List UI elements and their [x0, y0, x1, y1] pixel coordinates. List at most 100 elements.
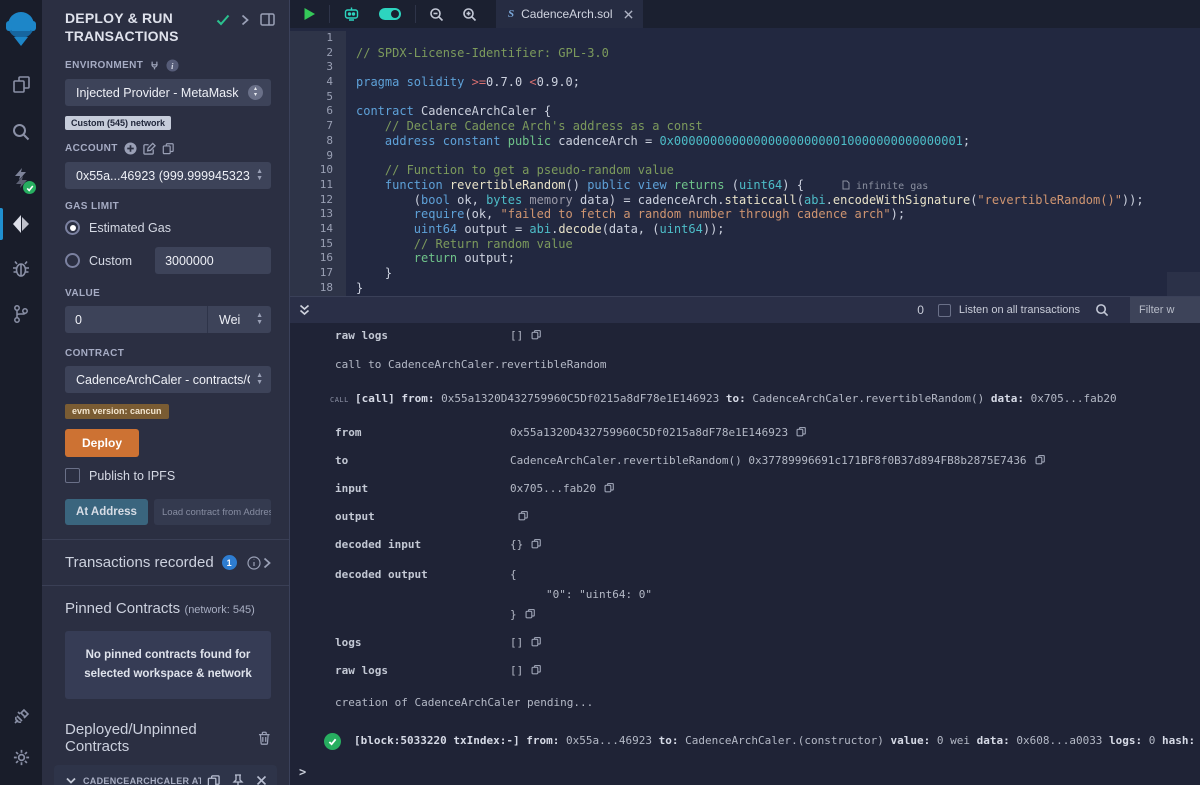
terminal-row: raw logs[] — [290, 657, 1200, 685]
line-number: 7 — [290, 119, 346, 134]
expand-terminal-chevrons-icon[interactable] — [290, 296, 319, 324]
line-number: 15 — [290, 237, 346, 252]
publish-ipfs-checkbox[interactable] — [65, 468, 80, 483]
value-label: VALUE — [65, 288, 271, 299]
collapse-chevron-icon[interactable] — [241, 14, 249, 26]
zoom-in-icon[interactable] — [453, 0, 486, 28]
pin-contract-icon[interactable] — [232, 774, 244, 785]
transactions-recorded-label: Transactions recorded — [65, 554, 214, 571]
evm-version-badge: evm version: cancun — [65, 404, 169, 419]
terminal-row: call to CadenceArchCaler.revertibleRando… — [290, 357, 1200, 373]
terminal-filter-input[interactable]: Filter w — [1130, 297, 1200, 324]
plugin-manager-icon[interactable] — [0, 697, 42, 737]
copy-icon[interactable] — [518, 510, 528, 521]
code-line: } — [346, 266, 1200, 281]
terminal-key: raw logs — [335, 323, 510, 349]
deploy-button[interactable]: Deploy — [65, 429, 139, 457]
copy-icon[interactable] — [525, 608, 535, 619]
contract-select[interactable]: CadenceArchCaler - contracts/Cac ▲▼ — [65, 366, 271, 393]
copy-icon[interactable] — [531, 538, 541, 549]
line-number: 14 — [290, 222, 346, 237]
plug-icon[interactable] — [149, 60, 160, 71]
transactions-info-icon[interactable] — [247, 556, 261, 570]
select-stepper-icon: ▴▾ — [248, 85, 263, 100]
terminal-row: raw logs[] — [290, 323, 1200, 349]
terminal-listen-count: 0 — [917, 303, 924, 317]
remix-logo-icon[interactable] — [0, 4, 42, 52]
remove-contract-icon[interactable] — [256, 775, 267, 785]
code-editor[interactable]: 123456789101112131415161718 // SPDX-Lice… — [290, 28, 1200, 296]
select-stepper-icon: ▲▼ — [256, 313, 263, 327]
pin-panel-icon[interactable] — [260, 13, 275, 26]
card-collapse-chevron-icon[interactable] — [66, 777, 76, 784]
value-unit-select[interactable]: Wei ▲▼ — [207, 306, 271, 333]
copy-icon[interactable] — [531, 636, 541, 647]
git-icon[interactable] — [0, 294, 42, 334]
code-line: } — [346, 281, 1200, 296]
terminal-search-icon[interactable] — [1086, 296, 1118, 324]
listen-all-transactions-checkbox[interactable] — [938, 304, 951, 317]
terminal-output[interactable]: raw logs[]call to CadenceArchCaler.rever… — [290, 323, 1200, 785]
active-plugin-indicator — [0, 208, 3, 240]
line-number: 5 — [290, 90, 346, 105]
copy-address-icon[interactable] — [207, 774, 220, 785]
vertical-icon-bar — [0, 0, 42, 785]
account-select[interactable]: 0x55a...46923 (999.9999453238 ▲▼ — [65, 162, 271, 189]
zoom-out-icon[interactable] — [420, 0, 453, 28]
copy-account-icon[interactable] — [162, 142, 174, 155]
close-tab-icon[interactable] — [624, 10, 633, 19]
copy-icon[interactable] — [796, 426, 806, 437]
line-number: 9 — [290, 149, 346, 164]
edit-account-icon[interactable] — [143, 142, 156, 155]
tab-cadencearch-sol[interactable]: S CadenceArch.sol — [496, 0, 643, 28]
code-line: // Declare Cadence Arch's address as a c… — [346, 119, 1200, 134]
remix-ai-robot-icon[interactable] — [334, 0, 369, 28]
copy-icon[interactable] — [1035, 454, 1045, 465]
solidity-compiler-icon[interactable] — [0, 158, 42, 198]
code-line — [346, 149, 1200, 164]
terminal-value: [] — [510, 636, 523, 649]
main-area: S CadenceArch.sol 1234567891011121314151… — [290, 0, 1200, 785]
terminal-key: raw logs — [335, 657, 510, 685]
at-address-button[interactable]: At Address — [65, 499, 148, 525]
code-line: (bool ok, bytes memory data) = cadenceAr… — [346, 193, 1200, 208]
terminal-header: 0 Listen on all transactions Filter w — [290, 296, 1200, 323]
deploy-and-run-icon[interactable] — [0, 204, 42, 244]
debugger-icon[interactable] — [0, 249, 42, 289]
line-number: 6 — [290, 104, 346, 119]
custom-gas-input[interactable]: 3000000 — [155, 247, 271, 274]
terminal-row: [block:5033220 txIndex:-] from: 0x55a...… — [290, 731, 1200, 751]
at-address-input[interactable]: Load contract from Addres — [154, 499, 271, 525]
terminal-row: creation of CadenceArchCaler pending... — [290, 695, 1200, 711]
editor-scrollbar[interactable] — [1167, 272, 1200, 296]
transactions-expand-icon[interactable] — [263, 557, 271, 569]
terminal-prompt[interactable]: > — [299, 765, 306, 779]
line-number: 17 — [290, 266, 346, 281]
account-label: ACCOUNT — [65, 142, 271, 155]
file-explorer-icon[interactable] — [0, 64, 42, 104]
clear-deployed-trash-icon[interactable] — [258, 731, 271, 745]
transaction-success-icon[interactable] — [324, 733, 341, 750]
estimated-gas-radio[interactable] — [65, 220, 80, 235]
environment-select[interactable]: Injected Provider - MetaMask ▴▾ — [65, 79, 271, 106]
copy-icon[interactable] — [531, 329, 541, 340]
environment-info-icon[interactable]: i — [166, 59, 179, 72]
code-line — [346, 90, 1200, 105]
estimated-gas-label: Estimated Gas — [89, 221, 171, 235]
run-script-play-icon[interactable] — [294, 0, 325, 28]
code-line: // Return random value — [346, 237, 1200, 252]
copy-icon[interactable] — [531, 664, 541, 675]
settings-gear-icon[interactable] — [0, 737, 42, 777]
add-account-icon[interactable] — [124, 142, 137, 155]
code-line — [346, 31, 1200, 46]
icon-bar-bottom — [0, 697, 42, 777]
terminal-row: from0x55a1320D432759960C5Df0215a8dF78e1E… — [290, 419, 1200, 447]
copy-icon[interactable] — [604, 482, 614, 493]
pinned-empty-message: No pinned contracts found for selected w… — [65, 631, 271, 699]
terminal-value: {} — [510, 538, 523, 551]
custom-gas-radio[interactable] — [65, 253, 80, 268]
value-input[interactable]: 0 — [65, 306, 207, 333]
search-icon[interactable] — [0, 112, 42, 152]
gas-limit-label: GAS LIMIT — [65, 201, 271, 212]
ai-copilot-toggle[interactable] — [369, 0, 411, 28]
